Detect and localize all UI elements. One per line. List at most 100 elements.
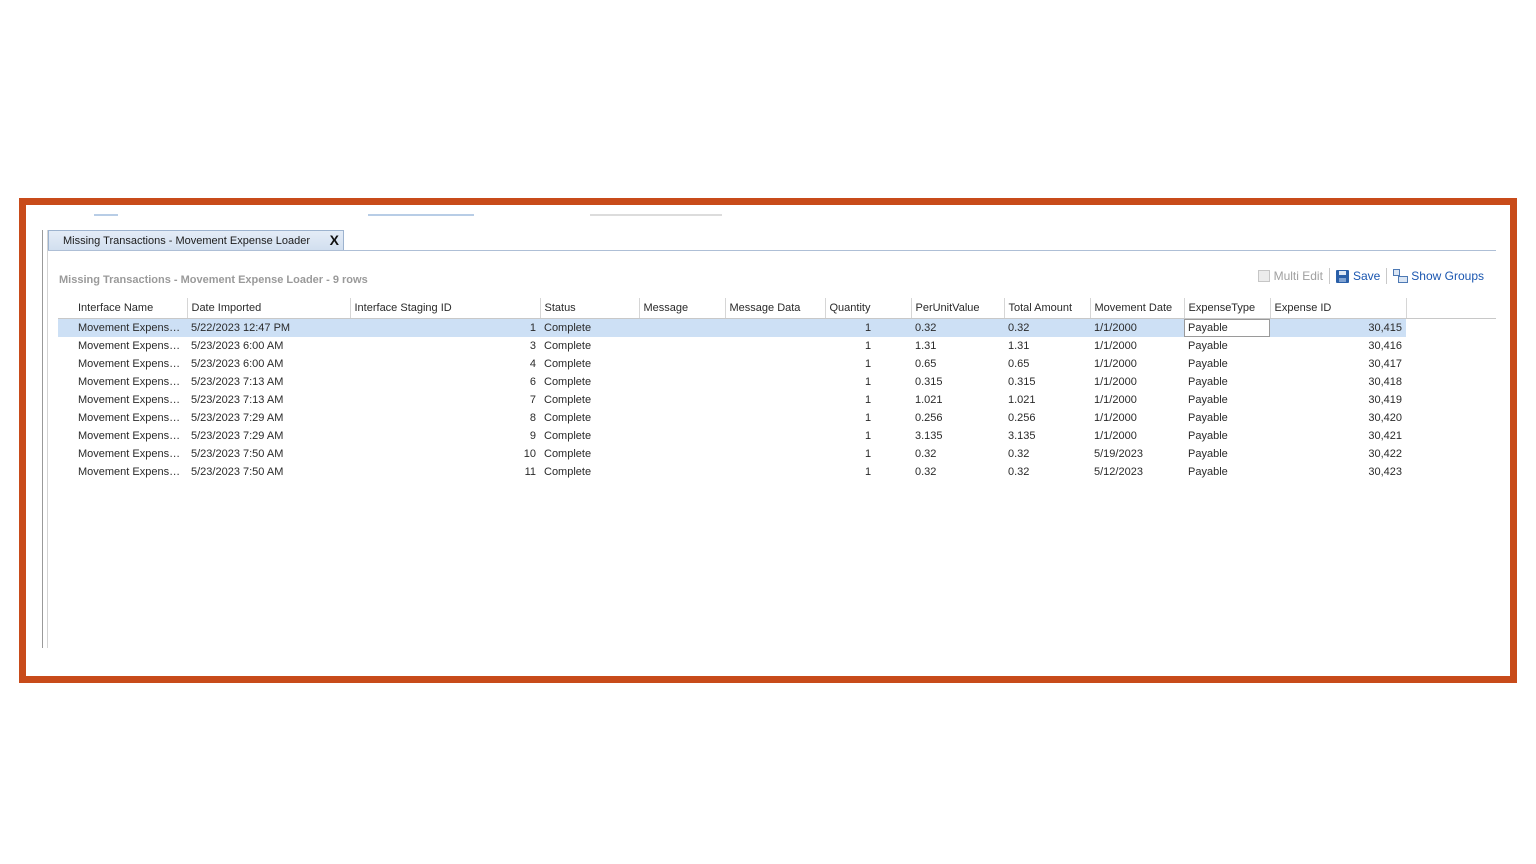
table-row[interactable]: Movement Expense... 5/23/2023 7:50 AM 10 Co… xyxy=(58,445,1496,463)
cell-status[interactable]: Complete xyxy=(540,409,639,427)
cell-quantity[interactable]: 1 xyxy=(825,373,911,391)
save-button[interactable]: Save xyxy=(1330,269,1386,283)
cell-message-data[interactable] xyxy=(725,391,825,409)
cell-expensetype[interactable]: Payable xyxy=(1184,355,1270,373)
cell-interface-staging-id[interactable]: 4 xyxy=(350,355,540,373)
cell-quantity[interactable]: 1 xyxy=(825,355,911,373)
cell-message-data[interactable] xyxy=(725,318,825,337)
cell-interface-staging-id[interactable]: 1 xyxy=(350,318,540,337)
column-header-total-amount[interactable]: Total Amount xyxy=(1004,298,1091,319)
cell-status[interactable]: Complete xyxy=(540,391,639,409)
cell-interface-name[interactable]: Movement Expense... xyxy=(74,373,187,391)
table-row[interactable]: Movement Expense... 5/23/2023 6:00 AM 3 Com… xyxy=(58,337,1496,355)
column-header-interface-name[interactable]: Interface Name xyxy=(74,298,188,319)
cell-status[interactable]: Complete xyxy=(540,463,639,481)
row-selector[interactable] xyxy=(58,373,74,391)
cell-interface-name[interactable]: Movement Expense... xyxy=(74,445,187,463)
cell-quantity[interactable]: 1 xyxy=(825,409,911,427)
cell-expense-id[interactable]: 30,415 xyxy=(1270,318,1406,337)
cell-message[interactable] xyxy=(639,391,725,409)
column-header-interface-staging-id[interactable]: Interface Staging ID xyxy=(350,298,541,319)
cell-expensetype[interactable]: Payable xyxy=(1184,391,1270,409)
cell-perunitvalue[interactable]: 1.31 xyxy=(911,337,1004,355)
cell-message-data[interactable] xyxy=(725,409,825,427)
column-header-perunitvalue[interactable]: PerUnitValue xyxy=(911,298,1005,319)
cell-message[interactable] xyxy=(639,337,725,355)
cell-interface-name[interactable]: Movement Expense... xyxy=(74,337,187,355)
row-selector[interactable] xyxy=(58,445,74,463)
cell-perunitvalue[interactable]: 0.256 xyxy=(911,409,1004,427)
cell-date-imported[interactable]: 5/23/2023 6:00 AM xyxy=(187,355,350,373)
column-header-message[interactable]: Message xyxy=(639,298,726,319)
cell-expensetype[interactable]: Payable xyxy=(1184,373,1270,391)
cell-date-imported[interactable]: 5/22/2023 12:47 PM xyxy=(187,318,350,337)
cell-message-data[interactable] xyxy=(725,355,825,373)
cell-expense-id[interactable]: 30,416 xyxy=(1270,337,1406,355)
cell-perunitvalue[interactable]: 0.32 xyxy=(911,463,1004,481)
close-icon[interactable]: X xyxy=(330,232,339,248)
cell-quantity[interactable]: 1 xyxy=(825,445,911,463)
column-header-date-imported[interactable]: Date Imported xyxy=(187,298,351,319)
column-header-expense-id[interactable]: Expense ID xyxy=(1270,298,1407,319)
cell-message[interactable] xyxy=(639,427,725,445)
cell-expensetype[interactable]: Payable xyxy=(1184,318,1270,337)
cell-message-data[interactable] xyxy=(725,445,825,463)
cell-quantity[interactable]: 1 xyxy=(825,427,911,445)
table-row[interactable]: Movement Expense... 5/22/2023 12:47 PM 1 Co… xyxy=(58,318,1496,337)
cell-date-imported[interactable]: 5/23/2023 6:00 AM xyxy=(187,337,350,355)
cell-interface-staging-id[interactable]: 6 xyxy=(350,373,540,391)
cell-interface-name[interactable]: Movement Expense... xyxy=(74,427,187,445)
table-row[interactable]: Movement Expense... 5/23/2023 7:29 AM 8 Com… xyxy=(58,409,1496,427)
cell-movement-date[interactable]: 1/1/2000 xyxy=(1090,318,1184,337)
cell-perunitvalue[interactable]: 0.32 xyxy=(911,445,1004,463)
row-selector[interactable] xyxy=(58,337,74,355)
row-selector[interactable] xyxy=(58,409,74,427)
column-header-message-data[interactable]: Message Data xyxy=(725,298,826,319)
cell-status[interactable]: Complete xyxy=(540,427,639,445)
cell-total-amount[interactable]: 0.32 xyxy=(1004,463,1090,481)
cell-status[interactable]: Complete xyxy=(540,445,639,463)
table-row[interactable]: Movement Expense... 5/23/2023 7:13 AM 7 Com… xyxy=(58,391,1496,409)
cell-expensetype[interactable]: Payable xyxy=(1184,337,1270,355)
cell-expense-id[interactable]: 30,417 xyxy=(1270,355,1406,373)
cell-movement-date[interactable]: 1/1/2000 xyxy=(1090,409,1184,427)
cell-interface-name[interactable]: Movement Expense... xyxy=(74,391,187,409)
cell-movement-date[interactable]: 5/19/2023 xyxy=(1090,445,1184,463)
cell-interface-staging-id[interactable]: 3 xyxy=(350,337,540,355)
cell-perunitvalue[interactable]: 1.021 xyxy=(911,391,1004,409)
cell-message-data[interactable] xyxy=(725,463,825,481)
cell-date-imported[interactable]: 5/23/2023 7:13 AM xyxy=(187,373,350,391)
cell-total-amount[interactable]: 0.65 xyxy=(1004,355,1090,373)
cell-interface-staging-id[interactable]: 8 xyxy=(350,409,540,427)
cell-expense-id[interactable]: 30,419 xyxy=(1270,391,1406,409)
cell-date-imported[interactable]: 5/23/2023 7:29 AM xyxy=(187,427,350,445)
column-header-status[interactable]: Status xyxy=(540,298,640,319)
cell-expense-id[interactable]: 30,422 xyxy=(1270,445,1406,463)
cell-total-amount[interactable]: 0.256 xyxy=(1004,409,1090,427)
cell-date-imported[interactable]: 5/23/2023 7:50 AM xyxy=(187,463,350,481)
row-selector[interactable] xyxy=(58,318,74,337)
cell-message-data[interactable] xyxy=(725,373,825,391)
table-row[interactable]: Movement Expense... 5/23/2023 7:29 AM 9 Com… xyxy=(58,427,1496,445)
cell-total-amount[interactable]: 0.32 xyxy=(1004,318,1090,337)
table-row[interactable]: Movement Expense... 5/23/2023 6:00 AM 4 Com… xyxy=(58,355,1496,373)
cell-message[interactable] xyxy=(639,463,725,481)
cell-date-imported[interactable]: 5/23/2023 7:13 AM xyxy=(187,391,350,409)
cell-interface-name[interactable]: Movement Expense... xyxy=(74,355,187,373)
cell-movement-date[interactable]: 1/1/2000 xyxy=(1090,355,1184,373)
cell-total-amount[interactable]: 3.135 xyxy=(1004,427,1090,445)
table-row[interactable]: Movement Expense... 5/23/2023 7:13 AM 6 Com… xyxy=(58,373,1496,391)
cell-date-imported[interactable]: 5/23/2023 7:29 AM xyxy=(187,409,350,427)
cell-movement-date[interactable]: 1/1/2000 xyxy=(1090,337,1184,355)
cell-expense-id[interactable]: 30,423 xyxy=(1270,463,1406,481)
multi-edit-checkbox[interactable] xyxy=(1257,270,1270,282)
cell-date-imported[interactable]: 5/23/2023 7:50 AM xyxy=(187,445,350,463)
cell-expensetype[interactable]: Payable xyxy=(1184,427,1270,445)
row-selector[interactable] xyxy=(58,427,74,445)
cell-status[interactable]: Complete xyxy=(540,373,639,391)
cell-message[interactable] xyxy=(639,373,725,391)
cell-total-amount[interactable]: 1.021 xyxy=(1004,391,1090,409)
row-selector[interactable] xyxy=(58,463,74,481)
cell-interface-staging-id[interactable]: 10 xyxy=(350,445,540,463)
cell-message-data[interactable] xyxy=(725,427,825,445)
